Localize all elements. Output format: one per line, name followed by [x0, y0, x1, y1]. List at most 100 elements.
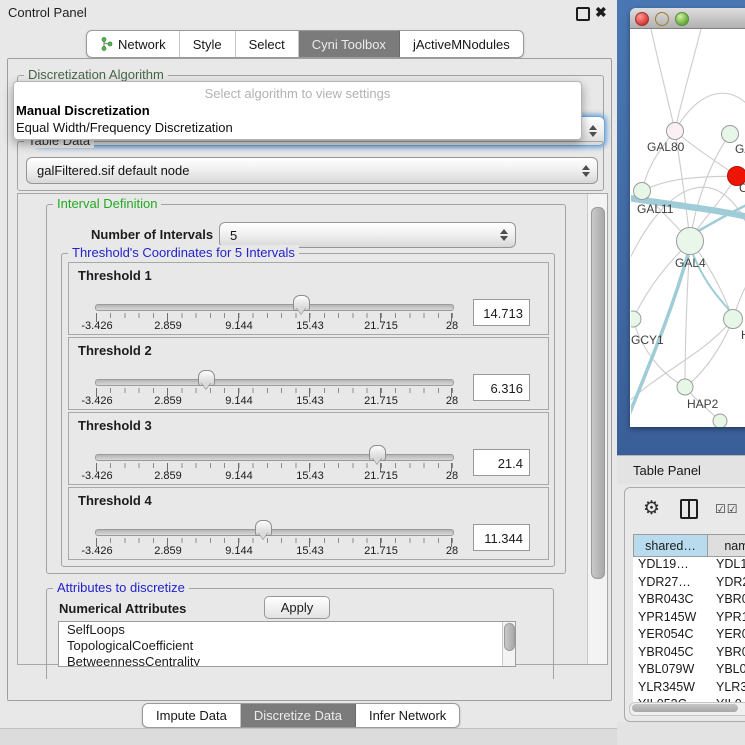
threshold-1-slider-thumb[interactable] — [293, 295, 310, 311]
control-panel-titlebar: Control Panel ✖ — [0, 0, 617, 25]
algorithm-dropdown-popup: Select algorithm to view settings Manual… — [13, 81, 582, 140]
node-label-partial: H — [741, 328, 745, 342]
tab-network-label: Network — [118, 37, 166, 52]
minimize-traffic-light[interactable] — [655, 12, 669, 26]
settings-scroll-area: Interval Definition Number of Intervals … — [17, 193, 608, 665]
table-panel: ⚙ ☑☑ shared… name YDL19…YDL1 YDR27…YDR2 … — [624, 487, 745, 722]
threshold-3-label: Threshold 3 — [78, 418, 152, 433]
column-header-shared[interactable]: shared… — [633, 534, 708, 557]
node-gcy1[interactable] — [631, 311, 641, 327]
table-data-combo[interactable]: galFiltered.sif default node — [26, 157, 598, 184]
table-data-combo-value: galFiltered.sif default node — [27, 163, 581, 178]
threshold-1-value-field[interactable]: 14.713 — [473, 299, 530, 326]
node-partial-bottom[interactable] — [713, 414, 727, 427]
threshold-panel-3: Threshold 3 -3.426 2.859 9.144 15.43 — [68, 412, 549, 485]
threshold-4-slider-track[interactable] — [95, 529, 454, 536]
table-panel-titlebar: Table Panel — [617, 455, 745, 484]
app-root: Control Panel ✖ Network Style Select Cyn… — [0, 0, 745, 745]
node-gal80[interactable] — [667, 123, 684, 140]
node-label: GAL80 — [647, 140, 685, 154]
split-columns-icon[interactable] — [680, 499, 698, 519]
threshold-4-slider-thumb[interactable] — [255, 520, 272, 536]
tab-cyni-toolbox[interactable]: Cyni Toolbox — [299, 31, 400, 57]
top-tab-bar: Network Style Select Cyni Toolbox jActiv… — [86, 30, 524, 58]
num-intervals-label: Number of Intervals — [91, 227, 213, 242]
gear-icon[interactable]: ⚙ — [643, 497, 660, 520]
thresholds-group: Threshold's Coordinates for 5 Intervals … — [61, 253, 555, 567]
list-scrollbar[interactable] — [502, 622, 515, 666]
tab-discretize-data[interactable]: Discretize Data — [241, 704, 356, 727]
table-row[interactable]: YBR043CYBR0 — [633, 592, 745, 610]
threshold-panel-4: Threshold 4 -3.426 2.859 9.144 15.43 — [68, 487, 549, 560]
threshold-2-slider-track[interactable] — [95, 379, 454, 386]
zoom-traffic-light[interactable] — [675, 12, 689, 26]
threshold-2-value-field[interactable]: 6.316 — [473, 374, 530, 401]
tab-select[interactable]: Select — [236, 31, 299, 57]
table-header-row: shared… name — [633, 534, 745, 557]
threshold-2-slider-thumb[interactable] — [198, 370, 215, 386]
node-hap2[interactable] — [677, 379, 693, 395]
table-row[interactable]: YLR345WYLR3 — [633, 680, 745, 698]
table-row[interactable]: YPR145WYPR1 — [633, 610, 745, 628]
node-gal4[interactable] — [677, 228, 704, 255]
tab-jactivemnodules[interactable]: jActiveMNodules — [400, 31, 523, 57]
network-window-titlebar[interactable] — [630, 8, 745, 29]
cyni-main-panel: Discretization Algorithm Table Data galF… — [7, 58, 612, 701]
list-item[interactable]: BetweennessCentrality — [59, 654, 515, 667]
threshold-3-slider-thumb[interactable] — [369, 445, 386, 461]
node-h[interactable] — [724, 310, 743, 329]
threshold-panel-1: Threshold 1 -3.426 2.859 9.144 15.43 — [68, 262, 549, 335]
node-table: shared… name YDL19…YDL1 YDR27…YDR2 YBR04… — [633, 534, 745, 715]
table-row[interactable]: YDR27…YDR2 — [633, 575, 745, 593]
threshold-4-label: Threshold 4 — [78, 493, 152, 508]
combo-arrows-icon — [588, 125, 597, 137]
combo-arrows-icon — [581, 165, 590, 177]
network-window: GAL80 GAL11 GAL4 GCY1 HAP2 GA C H — [630, 8, 745, 427]
combo-arrows-icon — [499, 229, 508, 241]
node-gal11[interactable] — [634, 183, 651, 200]
network-canvas[interactable]: GAL80 GAL11 GAL4 GCY1 HAP2 GA C H — [631, 29, 745, 427]
table-panel-footer — [617, 722, 745, 745]
float-window-icon[interactable] — [576, 7, 590, 21]
threshold-3-value-field[interactable]: 21.4 — [473, 449, 530, 476]
discretization-algorithm-title: Discretization Algorithm — [24, 67, 168, 82]
table-row[interactable]: YBL079WYBL0 — [633, 662, 745, 680]
dropdown-option-equal-width[interactable]: Equal Width/Frequency Discretization — [16, 120, 233, 135]
threshold-3-slider-track[interactable] — [95, 454, 454, 461]
node-label: GCY1 — [631, 333, 664, 347]
interval-definition-group: Interval Definition Number of Intervals … — [46, 204, 566, 574]
close-icon[interactable]: ✖ — [595, 4, 607, 21]
table-row[interactable]: YER054CYER0 — [633, 627, 745, 645]
thresholds-group-title: Threshold's Coordinates for 5 Intervals — [68, 245, 299, 260]
close-traffic-light[interactable] — [635, 12, 649, 26]
tab-impute-data[interactable]: Impute Data — [143, 704, 241, 727]
node-label: GAL4 — [675, 256, 706, 270]
threshold-4-value-field[interactable]: 11.344 — [473, 524, 530, 551]
table-horizontal-scrollbar[interactable] — [629, 702, 745, 716]
network-graph: GAL80 GAL11 GAL4 GCY1 HAP2 GA C H — [631, 29, 745, 427]
apply-button[interactable]: Apply — [264, 596, 330, 619]
table-row[interactable]: YBR045CYBR0 — [633, 645, 745, 663]
node-label: HAP2 — [687, 397, 719, 411]
select-columns-icon[interactable]: ☑☑ — [715, 502, 739, 516]
tab-style[interactable]: Style — [180, 31, 236, 57]
list-item[interactable]: SelfLoops — [59, 622, 515, 638]
dropdown-option-manual[interactable]: Manual Discretization — [16, 103, 150, 118]
list-item[interactable]: TopologicalCoefficient — [59, 638, 515, 654]
node-label-partial: C — [739, 181, 745, 195]
node-partial-top[interactable] — [722, 126, 739, 143]
tab-network[interactable]: Network — [87, 31, 180, 57]
settings-scrollbar[interactable] — [587, 194, 607, 664]
tab-infer-network[interactable]: Infer Network — [356, 704, 459, 727]
interval-definition-title: Interval Definition — [53, 196, 161, 211]
table-data-group: Table Data galFiltered.sif default node — [17, 141, 604, 191]
network-frame: GAL80 GAL11 GAL4 GCY1 HAP2 GA C H — [617, 0, 745, 455]
table-row[interactable]: YDL19…YDL1 — [633, 557, 745, 575]
dropdown-prompt: Select algorithm to view settings — [14, 86, 581, 101]
table-panel-title: Table Panel — [633, 463, 701, 478]
attributes-group-title: Attributes to discretize — [53, 580, 189, 595]
network-icon — [100, 37, 113, 51]
attribute-list: SelfLoops TopologicalCoefficient Between… — [58, 621, 516, 667]
column-header-name[interactable]: name — [708, 534, 745, 557]
threshold-1-slider-track[interactable] — [95, 304, 454, 311]
